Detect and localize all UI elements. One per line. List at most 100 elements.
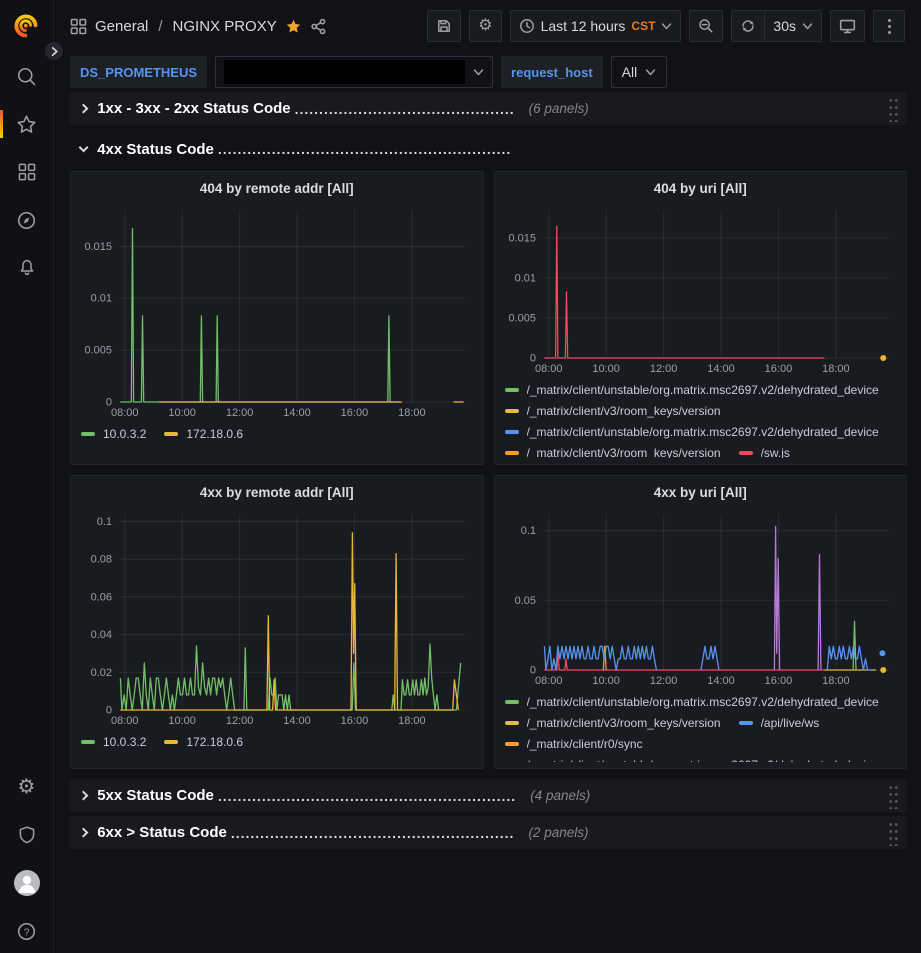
svg-text:08:00: 08:00 [534, 363, 562, 375]
apps-grid-icon [17, 162, 37, 182]
variable-ds-label-text: DS_PROMETHEUS [80, 65, 197, 80]
legend-item[interactable]: /sw.js [739, 442, 790, 458]
row-4xx-header[interactable]: 4xx Status Code ........................… [70, 133, 907, 165]
legend-label: /_matrix/client/v3/room_keys/version [527, 404, 721, 418]
timeseries-chart[interactable]: 08:0010:0012:0014:0016:0018:0000.020.040… [81, 506, 477, 728]
kebab-menu-icon [887, 18, 892, 35]
legend-item[interactable]: 10.0.3.2 [81, 423, 146, 444]
svg-text:0.005: 0.005 [84, 345, 112, 357]
zoom-out-button[interactable] [689, 10, 723, 42]
variable-ds-select[interactable] [215, 56, 493, 88]
legend-item[interactable]: /_matrix/client/unstable/org.matrix.msc2… [505, 691, 879, 712]
legend-item[interactable]: /_matrix/client/v3/room_keys/version [505, 712, 721, 733]
row-drag-handle[interactable] [888, 783, 899, 809]
sidebar-item-server-admin[interactable] [0, 823, 54, 847]
svg-text:16:00: 16:00 [764, 363, 792, 375]
legend-label: /_matrix/client/v3/room_keys/version [527, 446, 721, 459]
chevron-right-icon [79, 103, 89, 113]
legend-item[interactable]: 172.18.0.6 [164, 731, 243, 752]
kebab-menu-button[interactable] [873, 10, 905, 42]
svg-text:0: 0 [529, 353, 535, 365]
panel-legend: /_matrix/client/unstable/org.matrix.msc2… [505, 376, 897, 458]
legend-swatch-icon [739, 451, 753, 455]
svg-text:14:00: 14:00 [707, 363, 735, 375]
legend-label: /_matrix/client/r0/sync [527, 737, 643, 751]
sidebar-item-alerting[interactable] [0, 256, 54, 280]
avatar [14, 870, 40, 896]
refresh-interval-dropdown[interactable]: 30s [764, 11, 821, 41]
row-6xx[interactable]: 6xx > Status Code ......................… [70, 816, 907, 849]
chevron-down-icon [802, 22, 813, 31]
dashboard-grid-icon [70, 18, 87, 35]
share-icon[interactable] [310, 18, 327, 35]
legend-item[interactable]: /_matrix/client/r0/sync [505, 733, 643, 754]
legend-item[interactable]: /_matrix/client/unstable/org.matrix.msc2… [505, 754, 879, 762]
sidebar-item-profile[interactable] [0, 871, 54, 895]
svg-text:12:00: 12:00 [649, 363, 677, 375]
panel-title[interactable]: 4xx by remote addr [All] [81, 482, 473, 506]
dashboard-settings-button[interactable]: ⚙ [469, 10, 501, 42]
legend-item[interactable]: /_matrix/client/unstable/org.matrix.msc2… [505, 421, 879, 442]
row-5xx[interactable]: 5xx Status Code ........................… [70, 779, 907, 812]
timeseries-chart[interactable]: 08:0010:0012:0014:0016:0018:0000.0050.01… [81, 202, 477, 420]
timeseries-chart[interactable]: 08:0010:0012:0014:0016:0018:0000.050.1 [505, 506, 901, 688]
breadcrumb-section[interactable]: General [95, 18, 148, 35]
legend-swatch-icon [164, 740, 178, 744]
legend-item[interactable]: /api/live/ws [739, 712, 820, 733]
legend-item[interactable]: /_matrix/client/v3/room_keys/version [505, 400, 721, 421]
legend-swatch-icon [81, 432, 95, 436]
legend-item[interactable]: 172.18.0.6 [164, 423, 243, 444]
chevron-down-icon [473, 68, 484, 77]
panel-4xx-by-uri: 4xx by uri [All] 08:0010:0012:0014:0016:… [494, 475, 908, 769]
svg-text:0.04: 0.04 [91, 629, 112, 641]
chevron-right-icon [49, 46, 60, 57]
panel-title[interactable]: 404 by remote addr [All] [81, 178, 473, 202]
variable-request-host-select[interactable]: All [611, 56, 668, 88]
sidebar-item-starred[interactable] [0, 112, 54, 136]
panel-title[interactable]: 404 by uri [All] [505, 178, 897, 202]
legend-swatch-icon [505, 388, 519, 392]
legend-label: /_matrix/client/unstable/org.matrix.msc2… [527, 758, 879, 763]
svg-text:0.06: 0.06 [91, 591, 112, 603]
refresh-icon [740, 18, 756, 34]
cycle-view-mode-button[interactable] [830, 10, 865, 42]
variable-request-host-label-text: request_host [511, 65, 593, 80]
legend-label: 172.18.0.6 [186, 735, 243, 749]
row-panel-count: (4 panels) [530, 788, 590, 803]
legend-item[interactable]: 10.0.3.2 [81, 731, 146, 752]
chevron-down-icon [661, 22, 672, 31]
svg-text:18:00: 18:00 [822, 675, 850, 687]
grafana-logo[interactable] [0, 14, 54, 38]
save-dashboard-button[interactable] [427, 10, 461, 42]
svg-text:08:00: 08:00 [111, 407, 139, 419]
sidebar: ⚙ ? [0, 0, 54, 953]
variable-request-host-value: All [622, 64, 638, 80]
panel-title[interactable]: 4xx by uri [All] [505, 482, 897, 506]
favorite-star-icon[interactable] [285, 18, 302, 35]
time-range-picker[interactable]: Last 12 hours CST [510, 10, 682, 42]
svg-text:18:00: 18:00 [398, 407, 426, 419]
row-1xx-3xx-2xx[interactable]: 1xx - 3xx - 2xx Status Code ............… [70, 92, 907, 125]
search-icon [16, 66, 37, 87]
page-title[interactable]: NGINX PROXY [173, 18, 277, 35]
row-drag-handle[interactable] [888, 96, 899, 122]
svg-text:0.01: 0.01 [514, 273, 535, 285]
timeseries-chart[interactable]: 08:0010:0012:0014:0016:0018:0000.0050.01… [505, 202, 901, 376]
sidebar-item-help[interactable]: ? [0, 919, 54, 943]
row-drag-handle[interactable] [888, 820, 899, 846]
sidebar-item-explore[interactable] [0, 208, 54, 232]
legend-swatch-icon [505, 430, 519, 434]
legend-label: /_matrix/client/unstable/org.matrix.msc2… [527, 695, 879, 709]
refresh-button[interactable] [732, 11, 764, 41]
chevron-right-icon [79, 827, 89, 837]
legend-label: /_matrix/client/unstable/org.matrix.msc2… [527, 425, 879, 439]
sidebar-item-search[interactable] [0, 64, 54, 88]
legend-label: 172.18.0.6 [186, 427, 243, 441]
legend-item[interactable]: /_matrix/client/unstable/org.matrix.msc2… [505, 379, 879, 400]
sidebar-expand-button[interactable] [43, 40, 65, 62]
sidebar-item-configuration[interactable]: ⚙ [0, 775, 54, 799]
sidebar-item-dashboards[interactable] [0, 160, 54, 184]
panel-legend: 10.0.3.2 172.18.0.6 [81, 728, 473, 762]
legend-swatch-icon [505, 409, 519, 413]
legend-item[interactable]: /_matrix/client/v3/room_keys/version [505, 442, 721, 458]
